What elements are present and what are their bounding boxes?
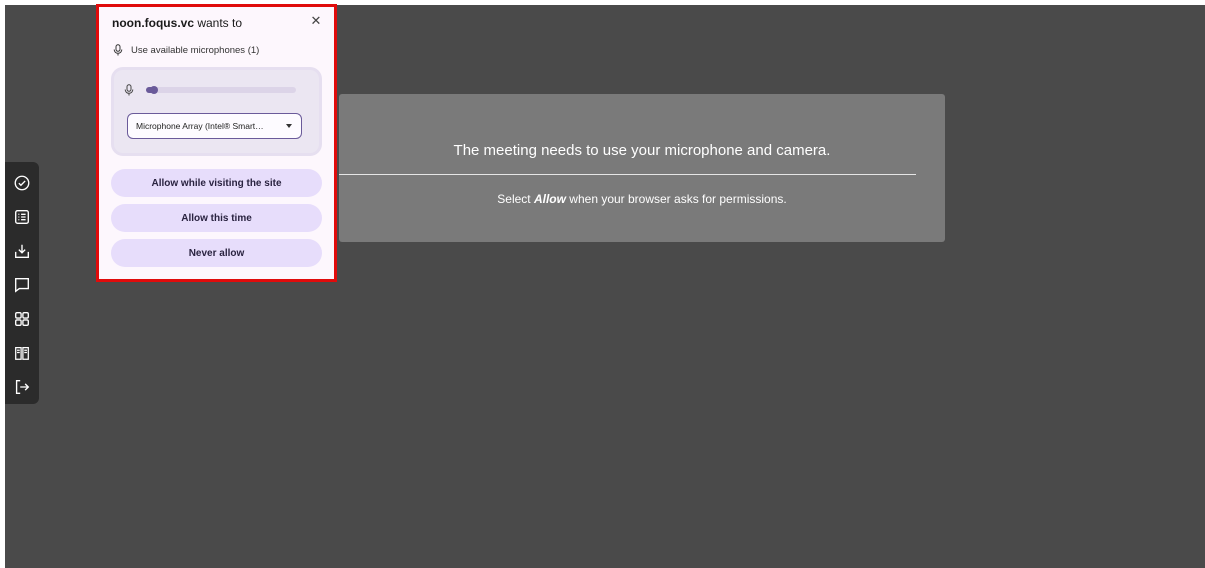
microphone-icon xyxy=(124,84,134,96)
chat-button[interactable] xyxy=(7,268,37,302)
microphone-select-value: Microphone Array (Intel® Smart… xyxy=(136,121,264,131)
book-button[interactable] xyxy=(7,336,37,370)
allow-while-visiting-button[interactable]: Allow while visiting the site xyxy=(111,169,322,197)
popup-title: noon.foqus.vc wants to xyxy=(112,16,242,30)
download-icon xyxy=(15,244,29,258)
exit-icon xyxy=(15,380,30,394)
notice-divider xyxy=(339,174,916,175)
chevron-down-icon xyxy=(286,124,292,128)
allow-this-time-button[interactable]: Allow this time xyxy=(111,204,322,232)
grid-button[interactable] xyxy=(7,302,37,336)
permission-notice: The meeting needs to use your microphone… xyxy=(339,94,945,242)
permission-label: Use available microphones (1) xyxy=(131,44,260,56)
popup-site: noon.foqus.vc xyxy=(112,16,194,30)
microphone-panel: Microphone Array (Intel® Smart… xyxy=(111,67,322,156)
grid-icon xyxy=(15,312,29,326)
mic-level-row xyxy=(124,84,296,96)
list-icon xyxy=(15,210,29,224)
list-button[interactable] xyxy=(7,200,37,234)
close-button[interactable]: ✕ xyxy=(308,13,324,29)
mic-level-meter xyxy=(146,86,296,94)
chat-icon xyxy=(15,278,29,293)
check-circle-icon xyxy=(14,175,30,191)
mic-level-indicator xyxy=(150,86,158,94)
permission-popup: noon.foqus.vc wants to ✕ Use available m… xyxy=(96,4,337,282)
check-circle-button[interactable] xyxy=(7,166,37,200)
notice-sub-suffix: when your browser asks for permissions. xyxy=(565,192,787,206)
notice-sub-emphasis: Allow xyxy=(533,192,566,206)
exit-button[interactable] xyxy=(7,370,37,404)
side-toolbar xyxy=(5,162,39,404)
book-icon xyxy=(15,346,29,360)
notice-sub-prefix: Select xyxy=(497,192,534,206)
microphone-select[interactable]: Microphone Array (Intel® Smart… xyxy=(127,113,302,139)
microphone-icon xyxy=(113,44,123,56)
notice-title: The meeting needs to use your microphone… xyxy=(453,142,831,159)
permission-line: Use available microphones (1) xyxy=(113,44,259,56)
notice-subtitle: Select Allow when your browser asks for … xyxy=(339,192,945,206)
popup-wants-to: wants to xyxy=(194,16,243,30)
download-button[interactable] xyxy=(7,234,37,268)
never-allow-button[interactable]: Never allow xyxy=(111,239,322,267)
